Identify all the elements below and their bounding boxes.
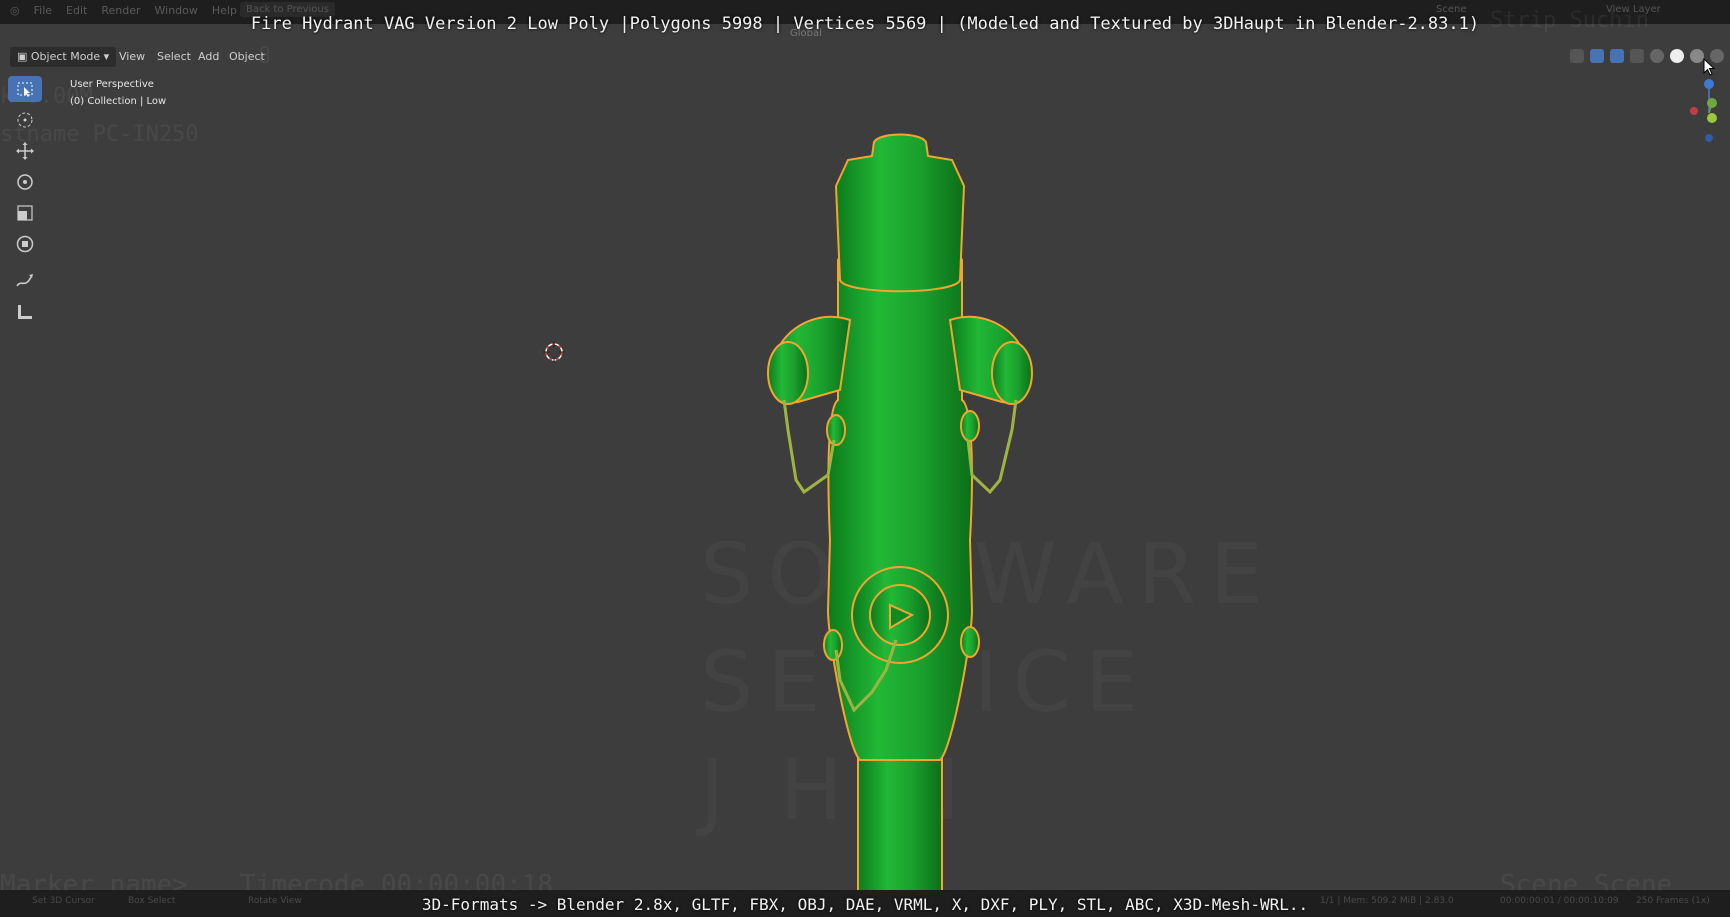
measure-icon[interactable] [8,299,42,325]
wireframe-shading-icon[interactable] [1650,49,1664,63]
perspective-label: User Perspective [70,79,154,90]
viewport-header: ▣ Object Mode ▾ View Select Add Object [0,47,1730,69]
gizmo-toggle-icon[interactable] [1590,49,1604,63]
toolbar [8,76,44,330]
3d-cursor-icon[interactable] [543,341,565,363]
rotate-icon[interactable] [8,169,42,195]
collection-label: (0) Collection | Low [70,96,167,107]
viewport-info: User Perspective (0) Collection | Low [70,76,166,110]
mode-label: Object Mode [30,50,101,63]
orientation-dropdown[interactable]: Global [790,28,822,39]
add-menu[interactable]: Add [191,47,226,67]
fire-hydrant-model[interactable] [740,120,1060,917]
navigation-gizmo[interactable] [1690,78,1720,148]
move-icon[interactable] [8,138,42,164]
object-mode-icon: ▣ [17,50,31,63]
scale-icon[interactable] [8,200,42,226]
mouse-pointer-icon [1703,58,1716,76]
overlay-toggle-icon[interactable] [1610,49,1624,63]
xray-icon[interactable] [1630,49,1644,63]
overlay-formats: 3D-Formats -> Blender 2.8x, GLTF, FBX, O… [421,895,1309,914]
object-menu[interactable]: Object [222,47,272,67]
visibility-icon[interactable] [1570,49,1584,63]
view-menu[interactable]: View [112,47,152,67]
overlay-title: Fire Hydrant VAG Version 2 Low Poly |Pol… [250,14,1480,34]
solid-shading-icon[interactable] [1670,49,1684,63]
mode-dropdown[interactable]: ▣ Object Mode ▾ [10,47,117,67]
material-shading-icon[interactable] [1690,49,1704,63]
viewport-shading-controls [1570,49,1724,63]
transform-icon[interactable] [8,231,42,257]
cursor-icon[interactable] [8,107,42,133]
select-box-icon[interactable] [8,76,42,102]
annotate-icon[interactable] [8,268,42,294]
